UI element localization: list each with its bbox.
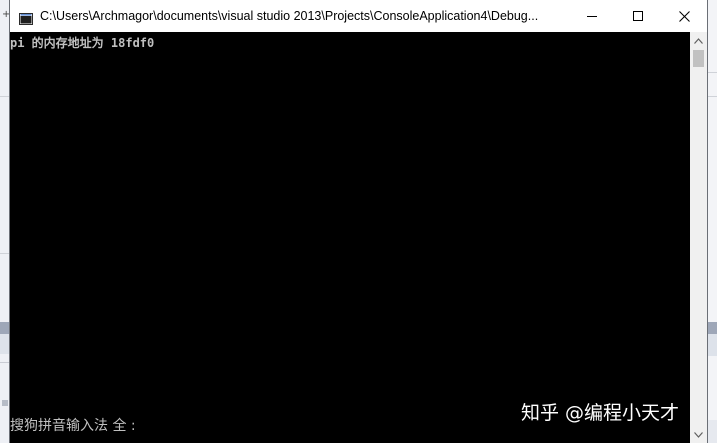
window-title: C:\Users\Archmagor\documents\visual stud…	[40, 9, 539, 23]
divider	[0, 362, 10, 363]
console-app-icon[interactable]	[19, 10, 33, 25]
close-icon	[678, 10, 690, 22]
watermark: 知乎 @编程小天才	[521, 402, 680, 424]
console-window[interactable]: C:\Users\Archmagor\documents\visual stud…	[10, 0, 707, 443]
console-output-line: pi 的内存地址为 18fdf0	[10, 36, 155, 50]
panel-icon	[2, 400, 8, 406]
scrollbar-thumb[interactable]	[693, 50, 704, 67]
divider	[0, 96, 10, 97]
close-button[interactable]	[661, 0, 707, 32]
minimize-icon	[587, 16, 597, 17]
chevron-down-icon	[694, 431, 703, 438]
panel-tab	[0, 334, 10, 354]
scroll-down-button[interactable]	[690, 426, 707, 443]
background-app-right-edge	[706, 0, 717, 443]
title-bar[interactable]: C:\Users\Archmagor\documents\visual stud…	[10, 0, 707, 32]
panel-header	[707, 322, 717, 334]
maximize-button[interactable]	[615, 0, 661, 32]
maximize-icon	[633, 11, 643, 21]
console-output-area[interactable]: pi 的内存地址为 18fdf0 知乎 @编程小天才 搜狗拼音输入法 全 :	[10, 32, 690, 443]
divider	[707, 96, 717, 97]
panel-header	[0, 322, 10, 334]
panel-footer	[707, 420, 717, 443]
minimize-button[interactable]	[569, 0, 615, 32]
chevron-up-icon	[694, 37, 703, 44]
divider	[707, 72, 717, 73]
scroll-up-button[interactable]	[690, 32, 707, 49]
vertical-scrollbar[interactable]	[690, 32, 707, 443]
divider	[0, 253, 10, 254]
ime-status-bar[interactable]: 搜狗拼音输入法 全 :	[10, 415, 136, 435]
panel-tab	[707, 334, 717, 356]
